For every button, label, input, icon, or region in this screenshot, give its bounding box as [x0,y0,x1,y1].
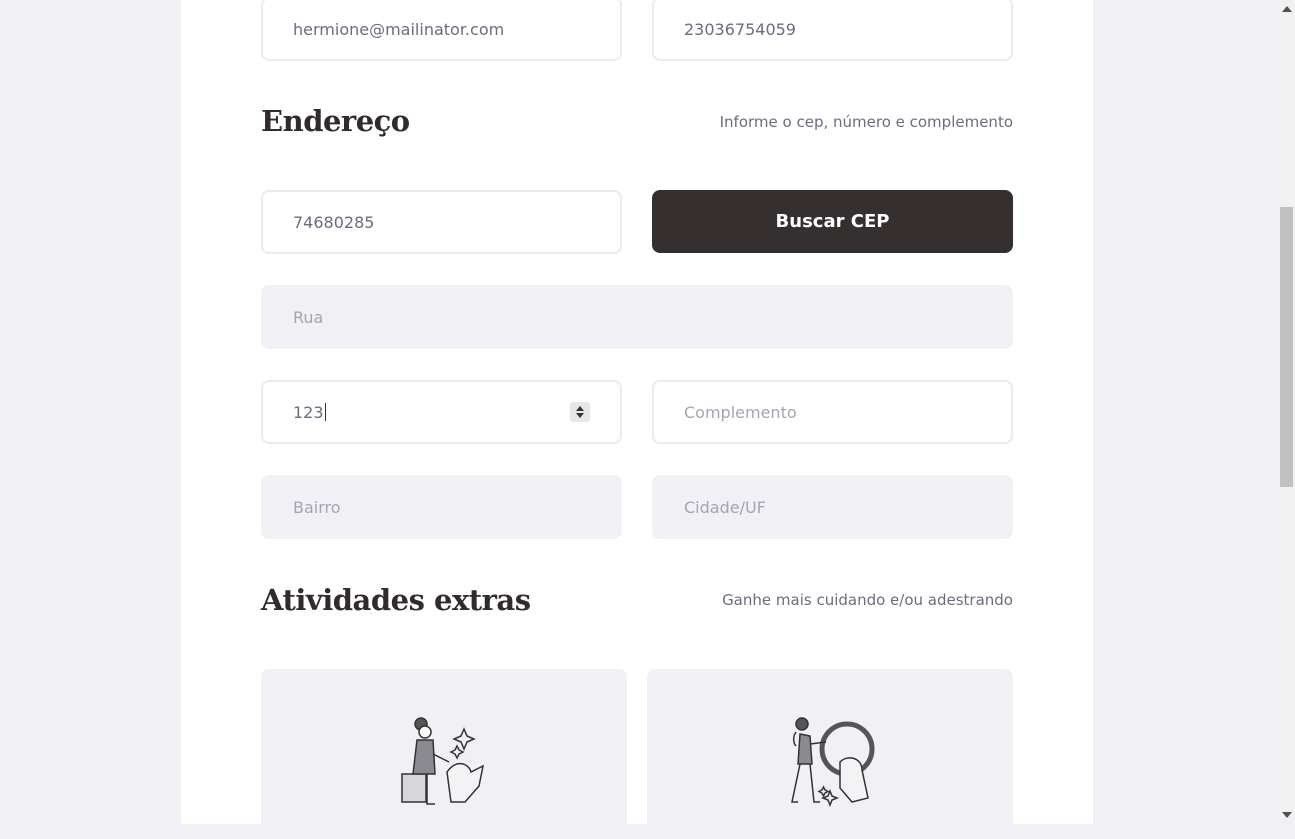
text-cursor [324,403,326,421]
page-scrollbar[interactable] [1278,0,1295,824]
email-field-value: hermione@mailinator.com [293,19,505,39]
signup-form-card: hermione@mailinator.com 23036754059 Ende… [181,0,1093,839]
number-stepper[interactable] [570,402,590,422]
cep-field[interactable]: 74680285 [261,190,622,254]
scrollbar-thumb[interactable] [1280,207,1293,487]
city-field[interactable]: Cidade/UF [652,475,1013,539]
activities-section-hint: Ganhe mais cuidando e/ou adestrando [722,591,1013,609]
activity-card-pet-care[interactable] [261,669,627,839]
cep-field-value: 74680285 [293,212,375,232]
number-field-value: 123 [293,402,324,422]
address-section-title: Endereço [261,104,410,138]
activities-section-title: Atividades extras [261,583,531,617]
address-section-hint: Informe o cep, número e complemento [719,113,1013,131]
complement-field-placeholder: Complemento [684,402,797,422]
complement-field[interactable]: Complemento [652,380,1013,444]
street-field-placeholder: Rua [293,307,324,327]
dog-training-illustration-icon [791,717,875,808]
district-field-placeholder: Bairro [293,497,341,517]
number-field[interactable]: 123 [261,380,622,444]
activity-card-dog-training[interactable] [647,669,1013,839]
scroll-up-arrow-icon[interactable] [1282,6,1292,12]
stepper-up-icon[interactable] [576,406,584,411]
scroll-down-arrow-icon[interactable] [1282,812,1292,818]
city-field-placeholder: Cidade/UF [684,497,766,517]
email-field[interactable]: hermione@mailinator.com [261,0,622,61]
street-field[interactable]: Rua [261,285,1013,349]
district-field[interactable]: Bairro [261,475,622,539]
search-cep-button[interactable]: Buscar CEP [652,190,1013,253]
stepper-down-icon[interactable] [576,413,584,418]
whatsapp-field-value: 23036754059 [684,19,796,39]
pet-care-illustration-icon [401,717,485,805]
whatsapp-field[interactable]: 23036754059 [652,0,1013,61]
